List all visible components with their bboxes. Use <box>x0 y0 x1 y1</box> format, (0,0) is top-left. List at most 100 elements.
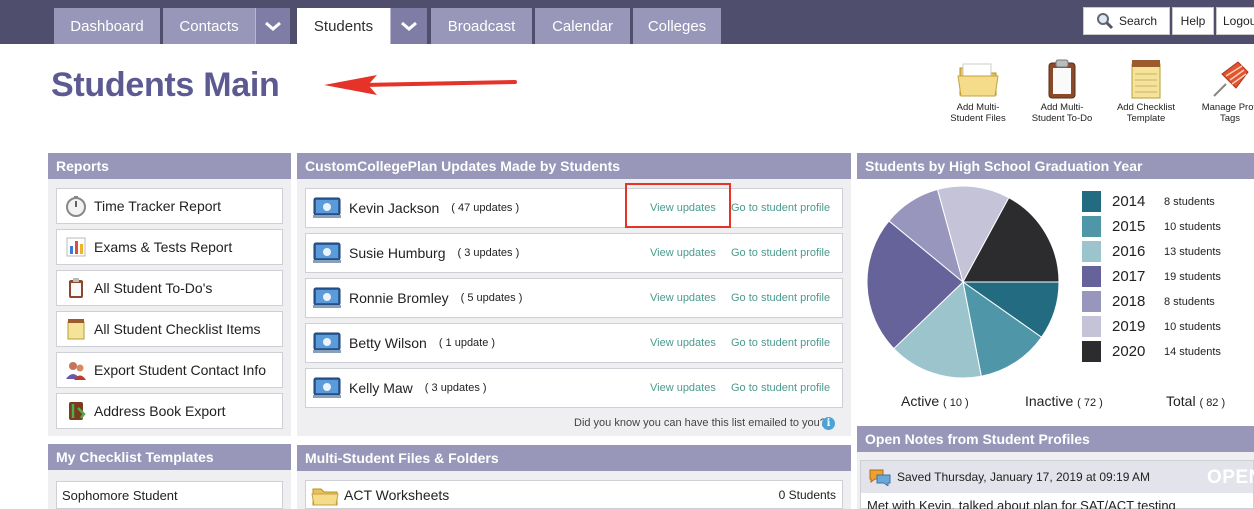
legend-swatch <box>1082 291 1101 312</box>
stopwatch-icon <box>64 194 88 218</box>
student-name: Betty Wilson <box>349 335 427 351</box>
manage-profile-tags-button[interactable]: Manage Profi Tags <box>1187 58 1254 124</box>
go-to-student-profile-link[interactable]: Go to student profile <box>731 202 830 214</box>
all-student-checklist-items-link[interactable]: All Student Checklist Items <box>56 311 283 347</box>
notepad-icon <box>64 317 88 341</box>
email-list-hint: Did you know you can have this list emai… <box>574 417 826 429</box>
logout-button[interactable]: Logou <box>1216 7 1254 35</box>
note-status-open: OPEN <box>1207 467 1254 488</box>
red-highlight-annotation <box>625 183 731 228</box>
qa-label-line1: Add Checklist <box>1116 102 1176 113</box>
tab-students[interactable]: Students <box>297 8 390 44</box>
legend-year: 2014 <box>1112 193 1146 210</box>
chat-bubbles-icon <box>869 469 891 486</box>
legend-swatch <box>1082 341 1101 362</box>
legend-year: 2018 <box>1112 293 1146 310</box>
legend-count: 8 students <box>1164 196 1215 208</box>
go-to-student-profile-link[interactable]: Go to student profile <box>731 337 830 349</box>
update-row: Kevin Jackson ( 47 updates ) View update… <box>305 188 843 228</box>
view-updates-link[interactable]: View updates <box>650 292 716 304</box>
update-count: ( 3 updates ) <box>424 382 487 394</box>
legend-year: 2015 <box>1112 218 1146 235</box>
update-count: ( 1 update ) <box>438 337 496 349</box>
report-label: Address Book Export <box>94 403 226 419</box>
active-students-stat[interactable]: Active ( 10 ) <box>901 393 969 409</box>
folder-icon <box>311 488 339 505</box>
legend-count: 8 students <box>1164 296 1215 308</box>
file-folder-row[interactable]: ACT Worksheets 0 Students <box>305 480 843 509</box>
update-row: Kelly Maw ( 3 updates ) View updates Go … <box>305 368 843 408</box>
page-title: Students Main <box>51 66 280 104</box>
info-icon[interactable]: i <box>822 417 835 430</box>
go-to-student-profile-link[interactable]: Go to student profile <box>731 292 830 304</box>
all-student-todos-link[interactable]: All Student To-Do's <box>56 270 283 306</box>
legend-swatch <box>1082 266 1101 287</box>
note-card[interactable]: Saved Thursday, January 17, 2019 at 09:1… <box>860 460 1254 509</box>
view-updates-link[interactable]: View updates <box>650 337 716 349</box>
active-label: Active <box>901 393 940 409</box>
students-dropdown-button[interactable] <box>390 8 427 44</box>
update-row: Ronnie Bromley ( 5 updates ) View update… <box>305 278 843 318</box>
student-name: Kelly Maw <box>349 380 413 396</box>
go-to-student-profile-link[interactable]: Go to student profile <box>731 247 830 259</box>
report-label: Time Tracker Report <box>94 198 222 214</box>
tab-contacts[interactable]: Contacts <box>163 8 255 44</box>
exams-tests-report-link[interactable]: Exams & Tests Report <box>56 229 283 265</box>
report-label: Export Student Contact Info <box>94 362 266 378</box>
time-tracker-report-link[interactable]: Time Tracker Report <box>56 188 283 224</box>
legend-count: 19 students <box>1164 271 1221 283</box>
student-name: Kevin Jackson <box>349 200 440 216</box>
clipboard-icon <box>1048 59 1076 99</box>
help-button[interactable]: Help <box>1172 7 1214 35</box>
chevron-down-icon <box>401 21 417 31</box>
report-label: All Student To-Do's <box>94 280 213 296</box>
tab-calendar[interactable]: Calendar <box>535 8 630 44</box>
export-student-contact-info-link[interactable]: Export Student Contact Info <box>56 352 283 388</box>
student-portal-icon <box>313 332 341 353</box>
search-button[interactable]: Search <box>1083 7 1170 35</box>
view-updates-link[interactable]: View updates <box>650 247 716 259</box>
active-count: ( 10 ) <box>943 397 969 409</box>
legend-swatch <box>1082 241 1101 262</box>
student-portal-icon <box>313 287 341 308</box>
files-panel-header: Multi-Student Files & Folders <box>297 445 851 471</box>
tab-colleges[interactable]: Colleges <box>633 8 721 44</box>
legend-count: 10 students <box>1164 221 1221 233</box>
legend-swatch <box>1082 216 1101 237</box>
note-header: Saved Thursday, January 17, 2019 at 09:1… <box>861 461 1253 493</box>
red-arrow-annotation <box>324 75 517 95</box>
open-notes-panel-header: Open Notes from Student Profiles <box>857 426 1254 452</box>
legend-count: 13 students <box>1164 246 1221 258</box>
add-checklist-template-button[interactable]: Add Checklist Template <box>1103 58 1189 124</box>
inactive-count: ( 72 ) <box>1077 397 1103 409</box>
qa-label-line2: Student To-Do <box>1031 113 1093 124</box>
qa-label-line2: Template <box>1126 113 1166 124</box>
update-count: ( 5 updates ) <box>460 292 523 304</box>
go-to-student-profile-link[interactable]: Go to student profile <box>731 382 830 394</box>
legend-year: 2016 <box>1112 243 1146 260</box>
clipboard-icon <box>64 276 88 300</box>
reports-panel-header: Reports <box>48 153 291 179</box>
tab-broadcast[interactable]: Broadcast <box>431 8 532 44</box>
address-book-icon <box>64 399 88 423</box>
pushpin-icon <box>1213 61 1249 97</box>
contacts-dropdown-button[interactable] <box>255 8 290 44</box>
legend-swatch <box>1082 316 1101 337</box>
update-count: ( 3 updates ) <box>457 247 520 259</box>
checklist-template-item[interactable]: Sophomore Student <box>56 481 283 509</box>
folder-student-count: 0 Students <box>778 487 836 502</box>
add-multi-student-files-button[interactable]: Add Multi- Student Files <box>935 58 1021 124</box>
address-book-export-link[interactable]: Address Book Export <box>56 393 283 429</box>
notepad-icon <box>1131 60 1161 99</box>
legend-year: 2019 <box>1112 318 1146 335</box>
student-name: Susie Humburg <box>349 245 446 261</box>
graduation-chart-header: Students by High School Graduation Year <box>857 153 1254 179</box>
qa-label-line2: Student Files <box>950 113 1006 124</box>
inactive-students-stat[interactable]: Inactive ( 72 ) <box>1025 393 1103 409</box>
add-multi-student-todo-button[interactable]: Add Multi- Student To-Do <box>1019 58 1105 124</box>
qa-label-line2: Tags <box>1219 113 1241 124</box>
search-icon <box>1096 13 1114 30</box>
tab-dashboard[interactable]: Dashboard <box>54 8 160 44</box>
view-updates-link[interactable]: View updates <box>650 382 716 394</box>
qa-label-line1: Add Multi- <box>956 102 1000 113</box>
